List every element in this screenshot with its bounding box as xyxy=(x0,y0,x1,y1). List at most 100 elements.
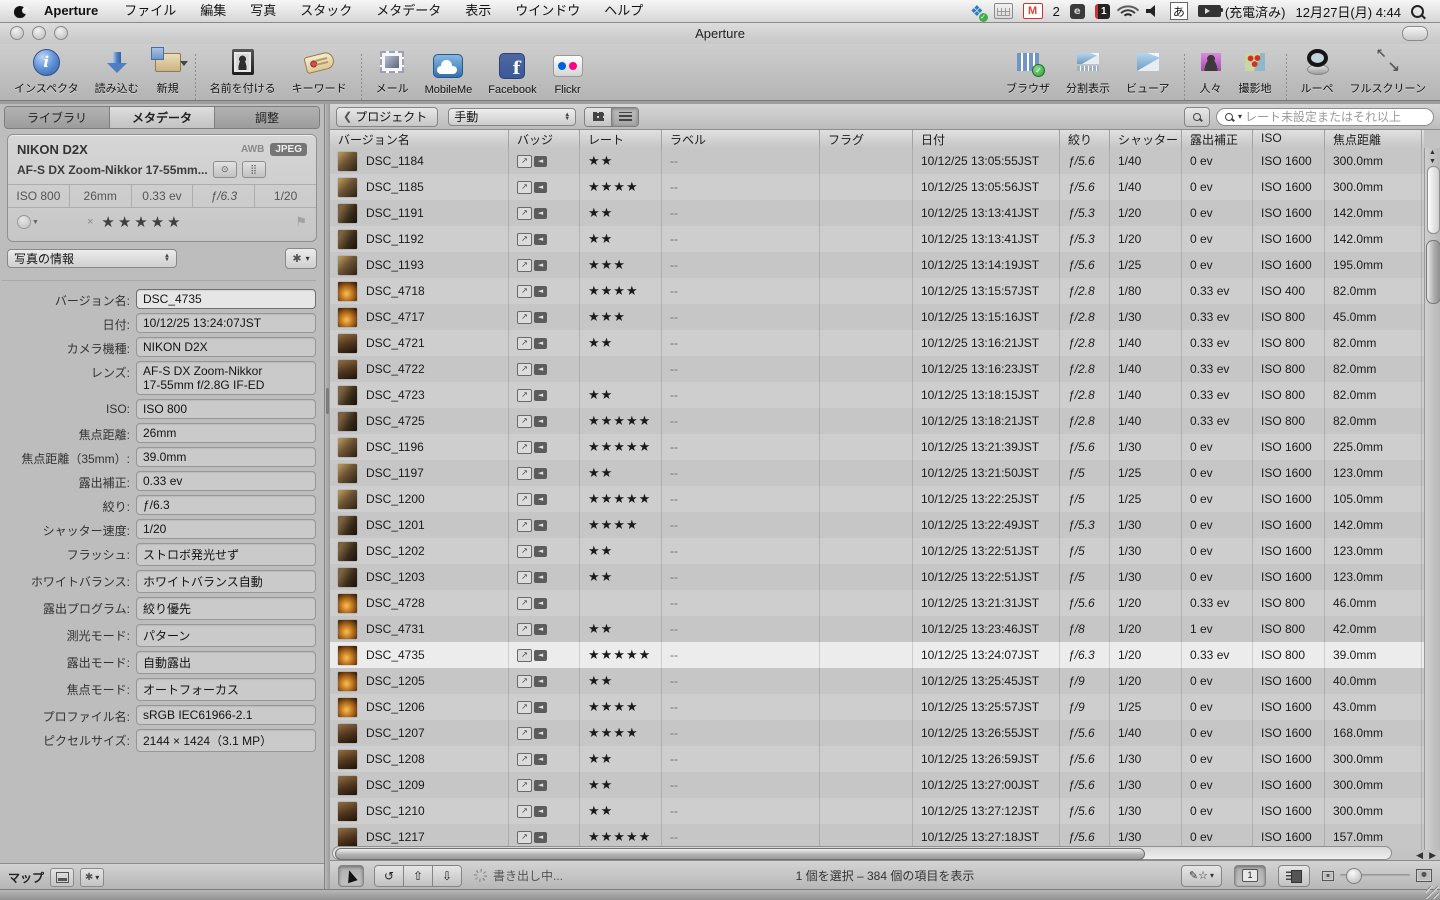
field-value[interactable]: 39.0mm xyxy=(136,447,316,467)
histogram-button[interactable]: ⣿ xyxy=(242,161,266,178)
photo-thumbnail[interactable] xyxy=(338,230,357,249)
rating-cell[interactable]: ★★ xyxy=(580,330,662,356)
evernote-icon[interactable]: e xyxy=(1070,4,1085,19)
field-value[interactable]: 2144 × 1424（3.1 MP） xyxy=(136,729,316,752)
field-value[interactable]: ƒ/6.3 xyxy=(136,495,316,515)
table-row[interactable]: DSC_1200↗◄★★★★★--10/12/25 13:22:25JSTƒ/5… xyxy=(330,486,1424,512)
rating-cell[interactable]: ★★ xyxy=(580,200,662,226)
window-resize-grip[interactable] xyxy=(1426,886,1439,899)
keyword-button[interactable]: キーワード xyxy=(286,44,353,100)
photo-thumbnail[interactable] xyxy=(338,620,357,639)
photo-thumbnail[interactable] xyxy=(338,152,357,171)
rating-cell[interactable]: ★★ xyxy=(580,668,662,694)
photo-thumbnail[interactable] xyxy=(338,542,357,561)
rating-cell[interactable]: ★★ xyxy=(580,772,662,798)
photo-thumbnail[interactable] xyxy=(338,802,357,821)
apple-menu-icon[interactable] xyxy=(12,3,28,19)
vertical-scrollbar[interactable]: ▲ ▼ xyxy=(1424,148,1440,850)
tab-ライブラリ[interactable]: ライブラリ xyxy=(5,107,110,128)
scroll-left-icon[interactable]: ◀ xyxy=(1416,850,1423,861)
rating-cell[interactable]: ★★★★ xyxy=(580,694,662,720)
rating-cell[interactable]: ★★ xyxy=(580,538,662,564)
table-row[interactable]: DSC_4722↗◄--10/12/25 13:16:23JSTƒ/2.81/4… xyxy=(330,356,1424,382)
table-row[interactable]: DSC_1208↗◄★★--10/12/25 13:26:59JSTƒ/5.61… xyxy=(330,746,1424,772)
rating-cell[interactable]: ★★★★ xyxy=(580,174,662,200)
battery-indicator[interactable]: (充電済み) xyxy=(1198,2,1286,20)
column-header-絞り[interactable]: 絞り xyxy=(1060,130,1110,148)
table-row[interactable]: DSC_1205↗◄★★--10/12/25 13:25:45JSTƒ/91/2… xyxy=(330,668,1424,694)
field-value[interactable]: NIKON D2X xyxy=(136,337,316,357)
stamp-button[interactable]: ⇩ xyxy=(433,866,461,886)
table-row[interactable]: DSC_4735↗◄★★★★★--10/12/25 13:24:07JSTƒ/6… xyxy=(330,642,1424,668)
field-value[interactable]: DSC_4735 xyxy=(136,289,316,309)
map-action-button[interactable]: ✱▾ xyxy=(80,868,104,887)
field-value[interactable]: 絞り優先 xyxy=(136,597,316,620)
photo-thumbnail[interactable] xyxy=(338,282,357,301)
horizontal-scrollbar[interactable] xyxy=(332,846,1392,860)
photo-thumbnail[interactable] xyxy=(338,178,357,197)
mobileme-button[interactable]: MobileMe xyxy=(419,48,479,100)
field-value[interactable]: 10/12/25 13:24:07JST xyxy=(136,313,316,333)
wifi-icon[interactable] xyxy=(1120,5,1136,17)
slider-track[interactable] xyxy=(1340,874,1410,877)
field-value[interactable]: 26mm xyxy=(136,423,316,443)
label-color-button[interactable] xyxy=(17,215,31,229)
photo-thumbnail[interactable] xyxy=(338,464,357,483)
table-row[interactable]: DSC_4717↗◄★★★--10/12/25 13:15:16JSTƒ/2.8… xyxy=(330,304,1424,330)
rating-cell[interactable]: ★★ xyxy=(580,616,662,642)
table-row[interactable]: DSC_1197↗◄★★--10/12/25 13:21:50JSTƒ/51/2… xyxy=(330,460,1424,486)
photo-thumbnail[interactable] xyxy=(338,308,357,327)
table-row[interactable]: DSC_1193↗◄★★★--10/12/25 13:14:19JSTƒ/5.6… xyxy=(330,252,1424,278)
rating-stars[interactable]: ★★★★★ xyxy=(101,213,183,231)
notes-menu-icon[interactable]: 1 xyxy=(1095,4,1110,19)
thumbnail-size-slider[interactable] xyxy=(1322,869,1432,882)
table-row[interactable]: DSC_1206↗◄★★★★--10/12/25 13:25:57JSTƒ/91… xyxy=(330,694,1424,720)
table-row[interactable]: DSC_4723↗◄★★--10/12/25 13:18:15JSTƒ/2.81… xyxy=(330,382,1424,408)
field-value[interactable]: AF-S DX Zoom-Nikkor 17-55mm f/2.8G IF-ED xyxy=(136,361,316,395)
table-row[interactable]: DSC_1191↗◄★★--10/12/25 13:13:41JSTƒ/5.31… xyxy=(330,200,1424,226)
scroll-up-icon[interactable]: ▲ xyxy=(1425,148,1440,157)
list-view-button[interactable] xyxy=(612,108,638,126)
new-button[interactable]: 新規 xyxy=(149,44,187,100)
vertical-scrollbar-thumb[interactable] xyxy=(1427,166,1440,234)
photo-thumbnail[interactable] xyxy=(338,750,357,769)
metadata-action-button[interactable]: ✱▾ xyxy=(285,248,317,269)
photo-thumbnail[interactable] xyxy=(338,776,357,795)
nameface-button[interactable]: 名前を付ける xyxy=(204,44,282,100)
column-header-露出補正[interactable]: 露出補正 xyxy=(1182,130,1253,148)
column-header-ISO[interactable]: ISO xyxy=(1253,130,1325,148)
menu-5[interactable]: メタデータ xyxy=(364,0,453,22)
faces-button[interactable]: 人々 xyxy=(1193,44,1229,100)
rating-cell[interactable]: ★★ xyxy=(580,148,662,174)
flickr-button[interactable]: Flickr xyxy=(547,48,589,100)
fullscreen-button[interactable]: フルスクリーン xyxy=(1344,44,1432,100)
rating-cell[interactable]: ★★★★★ xyxy=(580,408,662,434)
field-value[interactable]: ストロボ発光せず xyxy=(136,543,316,566)
inspector-button[interactable]: iインスペクタ xyxy=(8,44,85,100)
import-button[interactable]: 読み込む xyxy=(89,44,145,100)
column-header-フラグ[interactable]: フラグ xyxy=(820,130,913,148)
photo-thumbnail[interactable] xyxy=(338,438,357,457)
table-row[interactable]: DSC_1192↗◄★★--10/12/25 13:13:41JSTƒ/5.31… xyxy=(330,226,1424,252)
photo-thumbnail[interactable] xyxy=(338,256,357,275)
primary-only-button[interactable]: 1 xyxy=(1234,865,1266,887)
rating-cell[interactable]: ★★★ xyxy=(580,252,662,278)
rating-cell[interactable]: ★★★★★ xyxy=(580,486,662,512)
column-header-レート[interactable]: レート xyxy=(580,130,662,148)
table-row[interactable]: DSC_1210↗◄★★--10/12/25 13:27:12JSTƒ/5.61… xyxy=(330,798,1424,824)
field-value[interactable]: オートフォーカス xyxy=(136,678,316,701)
viewer-button[interactable]: ビューア xyxy=(1120,44,1176,100)
gmail-icon[interactable]: M xyxy=(1023,3,1043,19)
rating-cell[interactable] xyxy=(580,590,662,616)
table-row[interactable]: DSC_1201↗◄★★★★--10/12/25 13:22:49JSTƒ/5.… xyxy=(330,512,1424,538)
keyword-filter-button[interactable]: ✎☆▾ xyxy=(1181,865,1222,887)
slider-thumb[interactable] xyxy=(1346,868,1362,884)
rating-cell[interactable]: ★★ xyxy=(580,226,662,252)
menu-bar-clock[interactable]: 12月27日(月) 4:44 xyxy=(1296,2,1402,21)
toolbar-toggle-button[interactable] xyxy=(1402,26,1428,41)
rating-cell[interactable]: ★★ xyxy=(580,460,662,486)
lift-button[interactable]: ⇧ xyxy=(404,866,433,886)
splitter-handle[interactable] xyxy=(326,388,329,414)
back-to-projects-button[interactable]: ❮ プロジェクト xyxy=(336,107,438,127)
flag-icon[interactable]: ⚑ xyxy=(295,215,307,230)
